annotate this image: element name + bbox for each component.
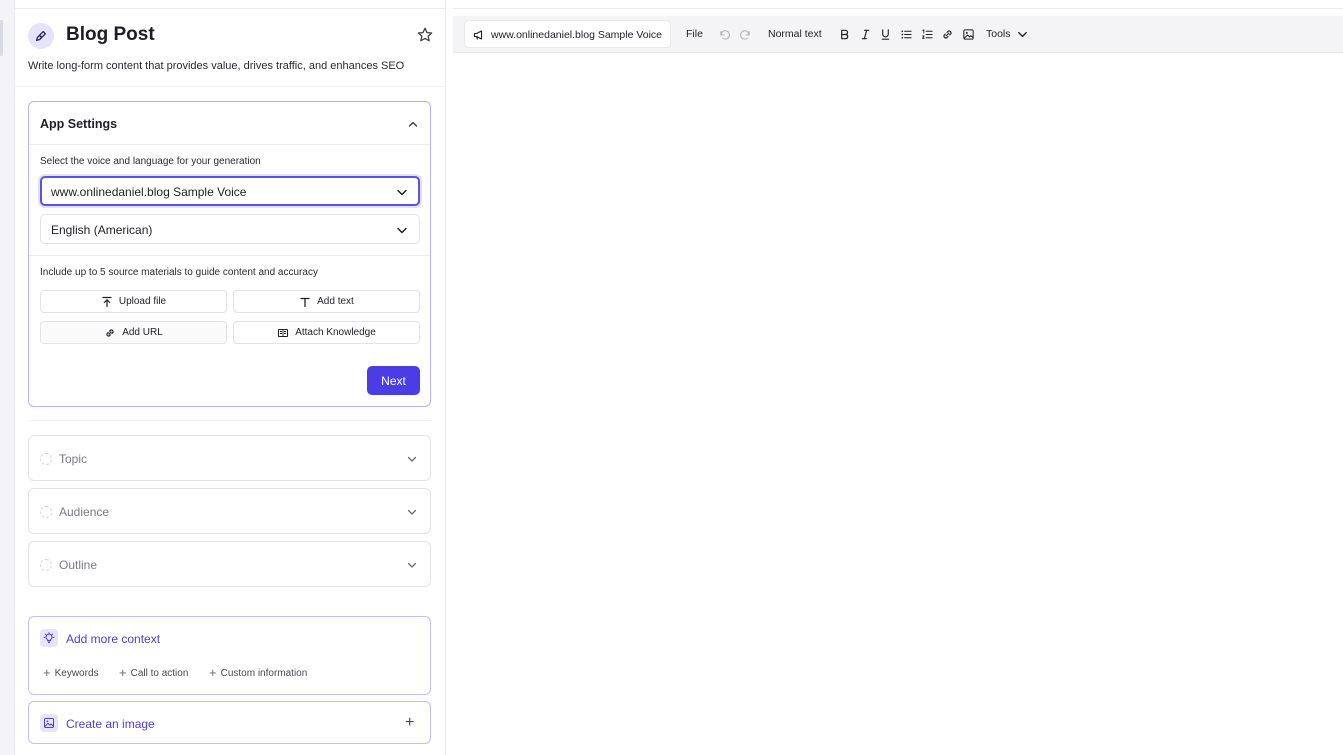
- voice-select[interactable]: www.onlinedaniel.blog Sample Voice: [40, 176, 420, 206]
- app-settings-header[interactable]: App Settings: [29, 102, 430, 145]
- step-topic[interactable]: Topic: [28, 435, 431, 481]
- upload-file-button[interactable]: Upload file: [40, 290, 227, 313]
- header-divider: [15, 86, 446, 87]
- tools-menu[interactable]: Tools: [986, 28, 1011, 40]
- numbered-list-icon[interactable]: [920, 27, 934, 41]
- chevron-down-icon: [407, 509, 417, 515]
- text-icon: [300, 297, 310, 307]
- upload-icon: [102, 296, 112, 307]
- star-icon[interactable]: [416, 26, 434, 44]
- step-status-icon: [40, 506, 52, 518]
- link-icon: [106, 328, 114, 337]
- app-settings-card: App Settings Select the voice and langua…: [28, 101, 431, 468]
- plus-icon[interactable]: +: [405, 714, 414, 732]
- voice-selector-label: www.onlinedaniel.blog Sample Voice: [491, 29, 663, 41]
- add-context-card: Add more context + Keywords + Call to acti…: [28, 616, 431, 695]
- text-style-select[interactable]: Normal text: [768, 28, 822, 40]
- chevron-down-icon: [397, 189, 407, 196]
- bullet-list-icon[interactable]: [899, 27, 913, 41]
- keywords-chip[interactable]: + Keywords: [43, 664, 99, 682]
- add-text-label: Add text: [317, 296, 354, 307]
- panel-top-divider: [15, 8, 446, 9]
- lightbulb-icon: [40, 629, 58, 647]
- page-description: Write long-form content that provides va…: [28, 60, 405, 72]
- undo-icon[interactable]: [717, 27, 731, 41]
- step-label: Topic: [59, 452, 88, 466]
- app-settings-title: App Settings: [40, 117, 118, 131]
- book-icon: [278, 328, 289, 337]
- editor-top-divider: [453, 8, 1343, 9]
- chevron-down-icon: [407, 562, 417, 568]
- create-image-title: Create an image: [66, 717, 155, 731]
- step-outline[interactable]: Outline: [28, 541, 431, 587]
- attach-knowledge-label: Attach Knowledge: [295, 327, 376, 338]
- app-window: Blog Post Write long-form content that p…: [0, 0, 1343, 755]
- language-select-value: English (American): [51, 223, 153, 237]
- create-image-card[interactable]: Create an image +: [28, 701, 431, 744]
- underline-icon[interactable]: [878, 27, 892, 41]
- megaphone-icon: [473, 30, 483, 40]
- chevron-down-icon: [397, 227, 407, 234]
- step-label: Audience: [59, 505, 110, 519]
- step-status-icon: [40, 559, 52, 571]
- chip-label: Call to action: [130, 667, 189, 679]
- chevron-down-icon[interactable]: [1015, 27, 1029, 41]
- chip-label: Custom information: [220, 667, 308, 679]
- attach-knowledge-button[interactable]: Attach Knowledge: [233, 321, 420, 344]
- add-context-title[interactable]: Add more context: [66, 632, 160, 646]
- plus-icon: +: [119, 665, 127, 680]
- editor-area[interactable]: www.onlinedaniel.blog Sample Voice File …: [453, 0, 1343, 755]
- step-audience[interactable]: Audience: [28, 488, 431, 534]
- italic-icon[interactable]: [858, 27, 872, 41]
- redo-icon[interactable]: [738, 27, 752, 41]
- add-text-button[interactable]: Add text: [233, 290, 420, 313]
- call-to-action-chip[interactable]: + Call to action: [119, 664, 188, 682]
- step-status-icon: [40, 453, 52, 465]
- plus-icon: +: [43, 665, 51, 680]
- custom-information-chip[interactable]: + Custom information: [209, 664, 307, 682]
- add-url-button[interactable]: Add URL: [40, 321, 227, 344]
- chevron-down-icon: [407, 456, 417, 462]
- insert-image-icon[interactable]: [961, 27, 975, 41]
- page-title: Blog Post: [66, 24, 155, 45]
- image-icon: [40, 714, 58, 732]
- source-materials-label: Include up to 5 source materials to guid…: [40, 267, 318, 278]
- step-label: Outline: [59, 558, 98, 572]
- chevron-up-icon[interactable]: [407, 118, 419, 130]
- next-button[interactable]: Next: [367, 366, 420, 395]
- rail-indicator: [0, 20, 3, 56]
- editor-toolbar: www.onlinedaniel.blog Sample Voice File …: [453, 16, 1343, 53]
- chip-label: Keywords: [54, 667, 99, 679]
- settings-divider: [29, 255, 430, 256]
- bold-icon[interactable]: [837, 27, 851, 41]
- language-select[interactable]: English (American): [40, 214, 420, 244]
- file-menu[interactable]: File: [686, 28, 703, 40]
- link-icon[interactable]: [940, 27, 954, 41]
- voice-selector[interactable]: www.onlinedaniel.blog Sample Voice: [464, 20, 671, 48]
- section-divider: [28, 420, 431, 421]
- upload-file-label: Upload file: [118, 296, 167, 307]
- app-panel: Blog Post Write long-form content that p…: [15, 0, 446, 755]
- add-url-label: Add URL: [122, 327, 163, 338]
- left-rail: [0, 0, 15, 755]
- plus-icon: +: [209, 665, 217, 680]
- voice-language-label: Select the voice and language for your g…: [40, 156, 261, 167]
- voice-select-value: www.onlinedaniel.blog Sample Voice: [51, 185, 247, 199]
- pen-icon: [28, 23, 54, 49]
